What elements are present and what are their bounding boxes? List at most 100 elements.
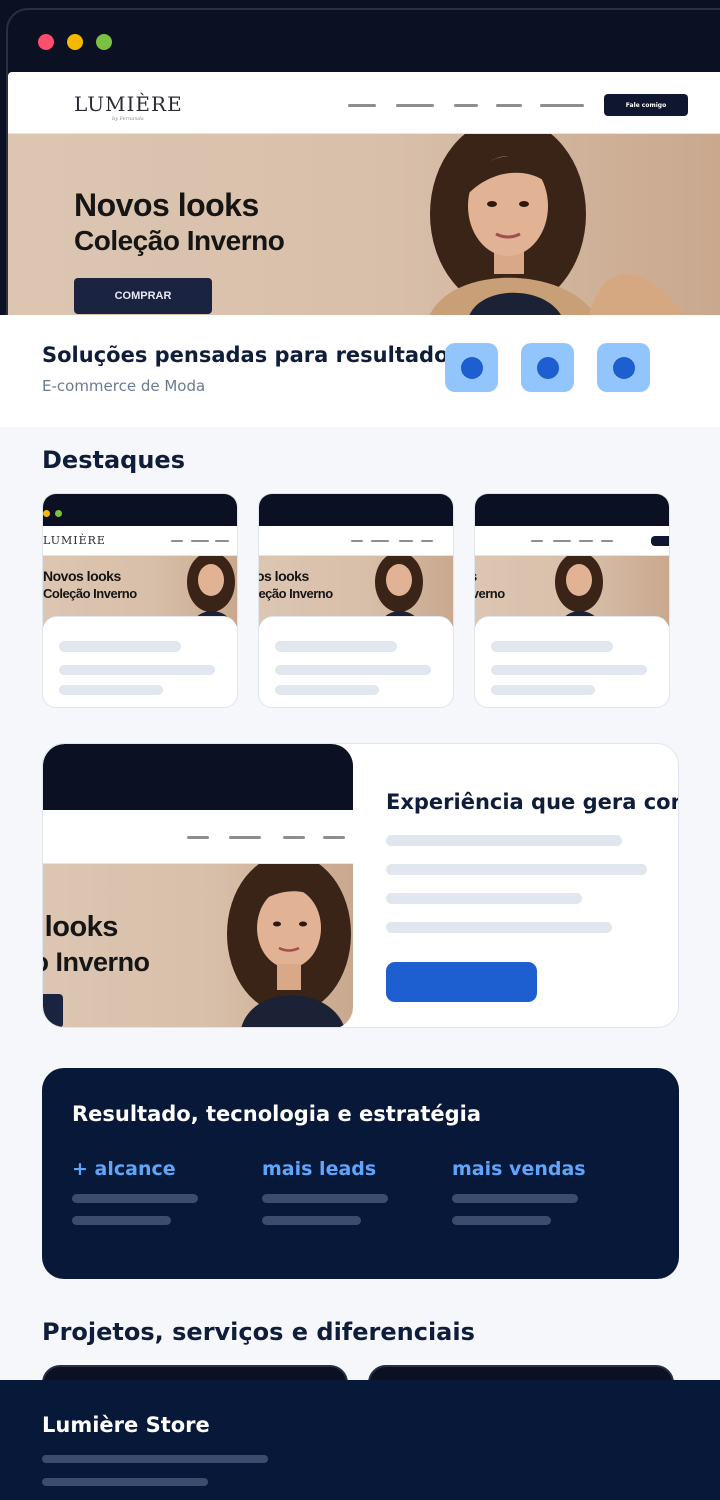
feature-cta-button[interactable] [386,962,537,1002]
intro-subtitle: E-commerce de Moda [42,377,206,395]
mock-nav-link [399,540,413,542]
mock-nav-cta: Fale comigo [604,94,688,116]
model-photo [430,134,685,315]
intro-strip: Soluções pensadas para resultados E-comm… [0,315,720,427]
text-placeholder [262,1216,361,1225]
mock-headline: Novos looks [43,568,121,584]
results-panel: Resultado, tecnologia e estratégia + alc… [42,1068,679,1279]
text-placeholder [386,893,582,904]
mock-headline: Coleção Inverno [475,586,505,601]
highlight-card[interactable]: Novos looks Coleção Inverno [258,493,454,708]
feature-chip-icon [597,343,650,392]
mock-site-header: LUMIÈRE by Fernanda Fale comigo [8,72,720,134]
text-placeholder [386,835,622,846]
mock-headline: Novos looks [74,187,259,223]
mock-headline: Coleção Inverno [43,586,137,601]
mock-nav-link [191,540,209,542]
mock-site-header [475,526,669,556]
mock-top-bar [43,494,237,526]
text-placeholder [386,864,647,875]
mock-nav-link [171,540,183,542]
highlight-card[interactable]: Novos looks Coleção Inverno [474,493,670,708]
mock-nav-link [553,540,571,542]
mock-nav-link [421,540,433,542]
text-placeholder [275,685,379,695]
mock-top-bar [259,494,453,526]
mock-nav-link [371,540,389,542]
highlight-card[interactable]: LUMIÈRE Novos looks Coleção Inverno [42,493,238,708]
window-dot [55,510,62,517]
text-placeholder [491,641,613,652]
feature-chip-icon [521,343,574,392]
text-placeholder [59,665,215,675]
metric-leads: mais leads [262,1158,377,1180]
window-maximize-dot [96,34,112,50]
card-body [259,616,453,707]
mock-logo-sub: by Fernanda [112,116,144,122]
mock-top-bar [475,494,669,526]
mock-headline: Coleção Inverno [259,586,333,601]
mock-logo: LUMIÈRE [43,534,106,547]
mock-site-header: LUMIÈRE [43,526,237,556]
mock-headline: Coleção Inverno [43,947,150,977]
text-placeholder [42,1478,208,1486]
mock-nav-link [396,104,434,107]
mock-headline: Novos looks [259,568,309,584]
model-photo [227,864,351,1027]
mock-headline: Novos looks [43,911,118,943]
window-close-dot [38,34,54,50]
mock-nav-cta [651,536,669,546]
mock-nav-link [601,540,613,542]
feature-block: Novos looks Coleção Inverno Experiência … [42,743,679,1028]
text-placeholder [275,665,431,675]
results-title: Resultado, tecnologia e estratégia [72,1102,482,1126]
mock-headline: Novos looks [475,568,477,585]
mock-nav-link [531,540,543,542]
window-dot [43,510,50,517]
mock-nav-link [348,104,376,107]
mock-nav-link [351,540,363,542]
mock-top-bar [43,744,353,810]
mock-nav-link [579,540,593,542]
mock-nav-link [454,104,478,107]
section-title-destaques: Destaques [42,446,185,474]
footer-brand: Lumière Store [42,1413,210,1437]
card-mockup-image: LUMIÈRE Novos looks Coleção Inverno [43,494,237,626]
text-placeholder [386,922,612,933]
hero-mockup-image: LUMIÈRE by Fernanda Fale comigo Novos lo… [0,0,720,315]
footer: Lumière Store [0,1380,720,1500]
text-placeholder [59,685,163,695]
mock-nav-link [540,104,584,107]
text-placeholder [59,641,181,652]
mock-nav-link [323,836,345,839]
window-minimize-dot [67,34,83,50]
text-placeholder [491,685,595,695]
mock-headline: Coleção Inverno [74,225,285,256]
text-placeholder [452,1216,551,1225]
mock-nav-link [229,836,261,839]
mock-nav-link [283,836,305,839]
card-body [475,616,669,707]
card-body [43,616,237,707]
mock-hero-banner: Novos looks Coleção Inverno [43,864,353,1027]
intro-title: Soluções pensadas para resultados [42,343,461,367]
text-placeholder [42,1455,268,1463]
text-placeholder [72,1194,198,1203]
feature-mockup-image: Novos looks Coleção Inverno [43,744,353,1027]
mock-nav-link [215,540,229,542]
feature-title: Experiência que gera confiança [386,790,678,814]
mock-logo: LUMIÈRE [74,92,183,116]
metric-alcance: + alcance [72,1158,176,1180]
text-placeholder [72,1216,171,1225]
section-title-projetos: Projetos, serviços e diferenciais [42,1318,475,1346]
mock-site-header [259,526,453,556]
metric-vendas: mais vendas [452,1158,586,1180]
mock-nav-link [187,836,209,839]
feature-chip-icon [445,343,498,392]
mock-hero-button [43,994,63,1027]
card-mockup-image: Novos looks Coleção Inverno [475,494,669,626]
mock-nav-link [496,104,522,107]
text-placeholder [491,665,647,675]
mock-site-header [43,810,353,864]
mock-hero-banner: Novos looks Coleção Inverno COMPRAR [8,134,720,315]
